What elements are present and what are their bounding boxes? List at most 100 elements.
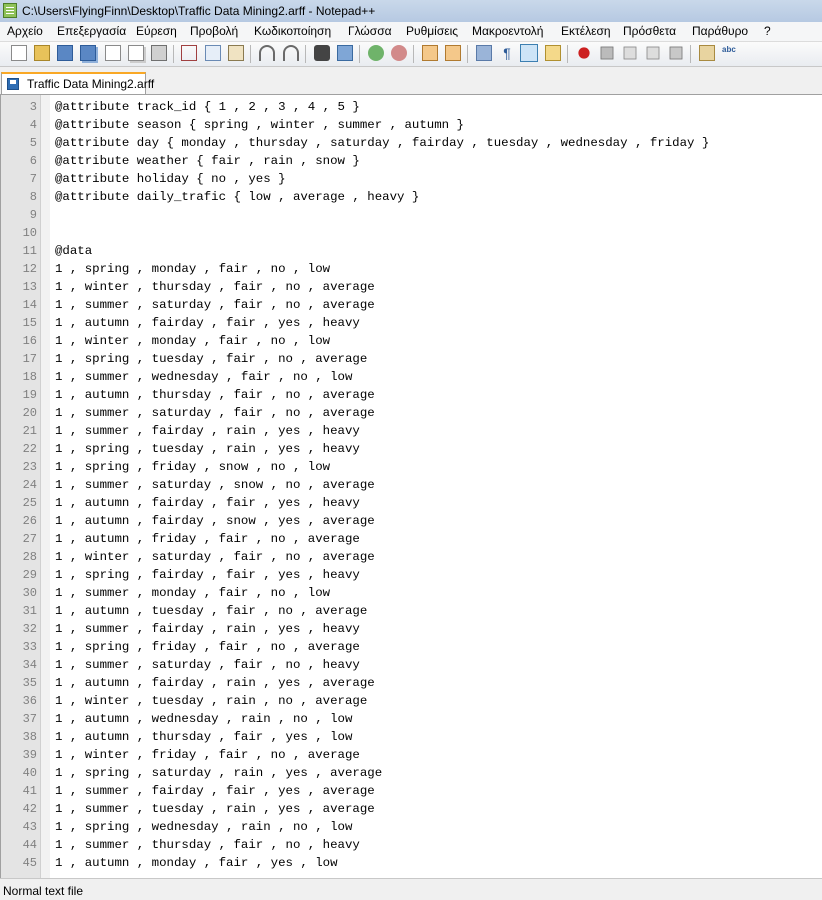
line-text[interactable]: 1 , winter , friday , fair , no , averag… [55, 746, 360, 764]
word-wrap-icon[interactable] [476, 45, 492, 61]
line-text[interactable]: @attribute holiday { no , yes } [55, 170, 286, 188]
editor-line[interactable]: 30 1 , summer , monday , fair , no , low [1, 584, 822, 602]
cut-icon[interactable] [181, 45, 197, 61]
editor-line[interactable]: 14 1 , summer , saturday , fair , no , av… [1, 296, 822, 314]
editor-line[interactable]: 38 1 , autumn , thursday , fair , yes , l… [1, 728, 822, 746]
editor-line[interactable]: 37 1 , autumn , wednesday , rain , no , l… [1, 710, 822, 728]
menu-window[interactable]: Παράθυρο [692, 24, 748, 38]
tab-traffic-data-mining2[interactable]: Traffic Data Mining2.arff [1, 72, 154, 94]
editor-line[interactable]: 10 [1, 224, 822, 242]
menu-search[interactable]: Εύρεση [136, 24, 177, 38]
editor-line[interactable]: 27 1 , autumn , friday , fair , no , aver… [1, 530, 822, 548]
editor-line[interactable]: 29 1 , spring , fairday , fair , yes , he… [1, 566, 822, 584]
line-text[interactable]: 1 , summer , monday , fair , no , low [55, 584, 330, 602]
line-text[interactable]: 1 , spring , friday , snow , no , low [55, 458, 330, 476]
close-all-icon[interactable] [128, 45, 144, 61]
close-icon[interactable] [105, 45, 121, 61]
menu-help[interactable]: ? [764, 24, 771, 38]
editor-line[interactable]: 39 1 , winter , friday , fair , no , aver… [1, 746, 822, 764]
line-text[interactable]: 1 , winter , tuesday , rain , no , avera… [55, 692, 367, 710]
editor-line[interactable]: 15 1 , autumn , fairday , fair , yes , he… [1, 314, 822, 332]
paste-icon[interactable] [228, 45, 244, 61]
editor-line[interactable]: 31 1 , autumn , tuesday , fair , no , ave… [1, 602, 822, 620]
redo-icon[interactable] [283, 45, 299, 61]
editor-line[interactable]: 32 1 , summer , fairday , rain , yes , he… [1, 620, 822, 638]
line-text[interactable]: 1 , winter , monday , fair , no , low [55, 332, 330, 350]
editor-line[interactable]: 33 1 , spring , friday , fair , no , aver… [1, 638, 822, 656]
line-text[interactable]: 1 , winter , thursday , fair , no , aver… [55, 278, 375, 296]
indent-guide-icon[interactable] [520, 44, 538, 62]
line-text[interactable]: 1 , autumn , monday , fair , yes , low [55, 854, 338, 872]
open-file-icon[interactable] [34, 45, 50, 61]
line-text[interactable]: 1 , autumn , fairday , fair , yes , heav… [55, 494, 360, 512]
line-text[interactable]: @attribute weather { fair , rain , snow … [55, 152, 360, 170]
play-macro-icon[interactable] [623, 46, 637, 60]
line-text[interactable]: 1 , summer , saturday , fair , no , aver… [55, 296, 375, 314]
save-all-icon[interactable] [80, 45, 96, 61]
editor-line[interactable]: 41 1 , summer , fairday , fair , yes , av… [1, 782, 822, 800]
editor-line[interactable]: 8 @attribute daily_trafic { low , average… [1, 188, 822, 206]
editor-line[interactable]: 25 1 , autumn , fairday , fair , yes , he… [1, 494, 822, 512]
editor-line[interactable]: 12 1 , spring , monday , fair , no , low [1, 260, 822, 278]
line-text[interactable]: 1 , autumn , tuesday , fair , no , avera… [55, 602, 367, 620]
line-text[interactable]: 1 , spring , tuesday , fair , no , avera… [55, 350, 367, 368]
line-text[interactable]: 1 , spring , wednesday , rain , no , low [55, 818, 352, 836]
editor-line[interactable]: 34 1 , summer , saturday , fair , no , he… [1, 656, 822, 674]
line-text[interactable]: @attribute daily_trafic { low , average … [55, 188, 419, 206]
line-text[interactable]: 1 , spring , friday , fair , no , averag… [55, 638, 360, 656]
editor-line[interactable]: 36 1 , winter , tuesday , rain , no , ave… [1, 692, 822, 710]
save-icon[interactable] [57, 45, 73, 61]
line-text[interactable]: 1 , summer , fairday , fair , yes , aver… [55, 782, 375, 800]
editor-line[interactable]: 9 [1, 206, 822, 224]
line-text[interactable]: 1 , summer , saturday , snow , no , aver… [55, 476, 375, 494]
editor-pane[interactable]: 3 @attribute track_id { 1 , 2 , 3 , 4 , 5… [0, 95, 822, 878]
line-text[interactable]: @attribute season { spring , winter , su… [55, 116, 464, 134]
zoom-out-icon[interactable] [391, 45, 407, 61]
menu-file[interactable]: Αρχείο [7, 24, 43, 38]
editor-line[interactable]: 21 1 , summer , fairday , rain , yes , he… [1, 422, 822, 440]
undo-icon[interactable] [259, 45, 275, 61]
line-text[interactable]: 1 , summer , fairday , rain , yes , heav… [55, 422, 360, 440]
line-text[interactable]: 1 , winter , saturday , fair , no , aver… [55, 548, 375, 566]
menu-run[interactable]: Εκτέλεση [561, 24, 611, 38]
editor-line[interactable]: 22 1 , spring , tuesday , rain , yes , he… [1, 440, 822, 458]
editor-line[interactable]: 26 1 , autumn , fairday , snow , yes , av… [1, 512, 822, 530]
editor-line[interactable]: 44 1 , summer , thursday , fair , no , he… [1, 836, 822, 854]
document-map-icon[interactable] [545, 45, 561, 61]
line-text[interactable]: 1 , spring , monday , fair , no , low [55, 260, 330, 278]
line-text[interactable]: @attribute track_id { 1 , 2 , 3 , 4 , 5 … [55, 98, 360, 116]
line-text[interactable]: 1 , autumn , friday , fair , no , averag… [55, 530, 360, 548]
line-text[interactable]: 1 , spring , tuesday , rain , yes , heav… [55, 440, 360, 458]
line-text[interactable]: 1 , spring , fairday , fair , yes , heav… [55, 566, 360, 584]
editor-line[interactable]: 19 1 , autumn , thursday , fair , no , av… [1, 386, 822, 404]
editor-line[interactable]: 24 1 , summer , saturday , snow , no , av… [1, 476, 822, 494]
editor-line[interactable]: 28 1 , winter , saturday , fair , no , av… [1, 548, 822, 566]
editor-line[interactable]: 45 1 , autumn , monday , fair , yes , low [1, 854, 822, 872]
line-text[interactable]: 1 , autumn , thursday , fair , no , aver… [55, 386, 375, 404]
menu-encoding[interactable]: Κωδικοποίηση [254, 24, 331, 38]
save-macro-icon[interactable] [669, 46, 683, 60]
editor-line[interactable]: 42 1 , summer , tuesday , rain , yes , av… [1, 800, 822, 818]
editor-line[interactable]: 43 1 , spring , wednesday , rain , no , l… [1, 818, 822, 836]
editor-line[interactable]: 35 1 , autumn , fairday , rain , yes , av… [1, 674, 822, 692]
editor-line[interactable]: 16 1 , winter , monday , fair , no , low [1, 332, 822, 350]
line-text[interactable]: 1 , autumn , fairday , fair , yes , heav… [55, 314, 360, 332]
abc-check-icon[interactable]: abc [722, 45, 738, 61]
line-text[interactable]: 1 , autumn , fairday , rain , yes , aver… [55, 674, 375, 692]
editor-line[interactable]: 17 1 , spring , tuesday , fair , no , ave… [1, 350, 822, 368]
editor-line[interactable]: 13 1 , winter , thursday , fair , no , av… [1, 278, 822, 296]
line-text[interactable]: 1 , summer , tuesday , rain , yes , aver… [55, 800, 375, 818]
stop-record-icon[interactable] [600, 46, 614, 60]
run-macro-multiple-icon[interactable] [646, 46, 660, 60]
new-file-icon[interactable] [11, 45, 27, 61]
print-icon[interactable] [151, 45, 167, 61]
menu-edit[interactable]: Επεξεργασία [57, 24, 126, 38]
line-text[interactable]: 1 , summer , thursday , fair , no , heav… [55, 836, 360, 854]
sync-vertical-icon[interactable] [422, 45, 438, 61]
find-icon[interactable] [314, 45, 330, 61]
editor-line[interactable]: 7 @attribute holiday { no , yes } [1, 170, 822, 188]
line-text[interactable]: 1 , autumn , fairday , snow , yes , aver… [55, 512, 375, 530]
line-text[interactable]: 1 , autumn , wednesday , rain , no , low [55, 710, 352, 728]
editor-line[interactable]: 11 @data [1, 242, 822, 260]
show-all-chars-icon[interactable]: ¶ [499, 45, 515, 61]
